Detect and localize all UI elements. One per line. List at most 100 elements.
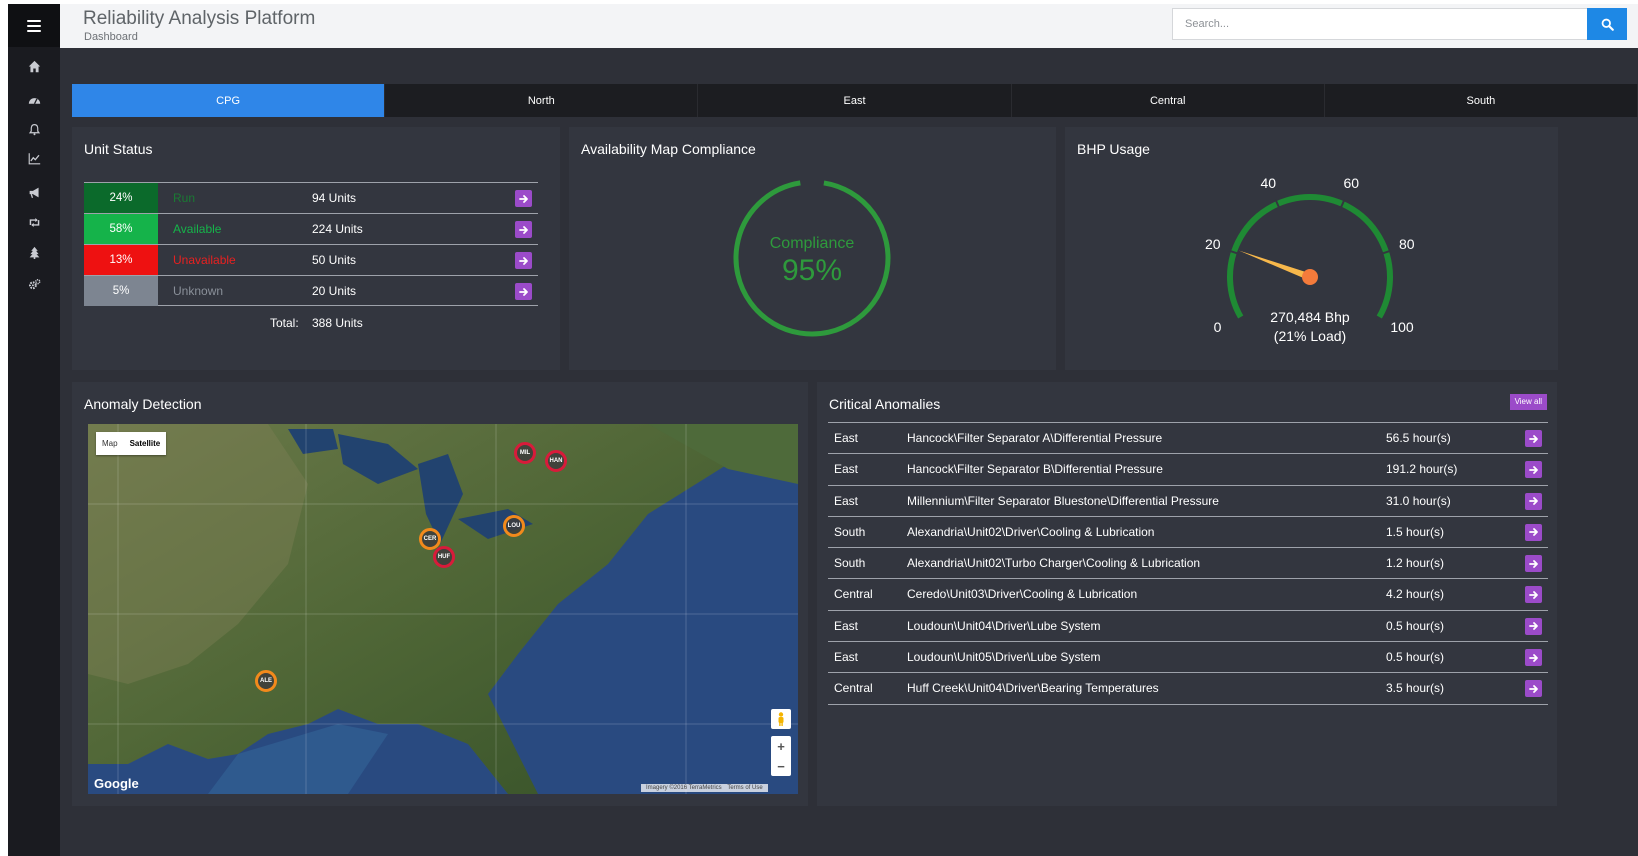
compliance-value: 95% (781, 254, 843, 287)
dashboard-icon (28, 97, 40, 104)
anomaly-detail-button[interactable] (1525, 492, 1542, 510)
status-detail-button[interactable] (515, 252, 532, 269)
anomaly-region: East (834, 650, 859, 665)
search-input[interactable] (1172, 8, 1588, 40)
anomaly-region: East (834, 618, 859, 633)
anomaly-path: Millennium\Filter Separator Bluestone\Di… (907, 493, 1219, 508)
tab-cpg[interactable]: CPG (72, 84, 386, 117)
google-logo: Google (94, 776, 139, 791)
zoom-out-button[interactable]: − (771, 756, 791, 776)
map-marker-lou[interactable]: LOU (503, 515, 525, 537)
imagery-credit: Imagery ©2016 TerraMetrics (646, 785, 722, 791)
megaphone-icon (29, 187, 39, 198)
home-icon (28, 60, 40, 72)
bhp-load: (21% Load) (1273, 328, 1347, 344)
anomaly-detail-button[interactable] (1525, 430, 1542, 447)
map-marker-huf[interactable]: HUF (433, 546, 455, 568)
anomaly-detection-panel: Anomaly Detection Map Satellite MIL HAN … (72, 382, 808, 806)
anomaly-detection-title: Anomaly Detection (84, 396, 202, 412)
gears-icon (28, 278, 40, 289)
sidebar (8, 4, 60, 856)
anomaly-region: South (834, 556, 866, 571)
tree-icon (29, 246, 39, 259)
status-detail-button[interactable] (515, 190, 532, 207)
unit-status-row: 13% Unavailable 50 Units (84, 244, 538, 275)
map-type-map-button[interactable]: Map (96, 432, 124, 455)
status-label: Unavailable (173, 253, 236, 267)
unit-status-table: 24% Run 94 Units 58% Available 224 Units 13% Un… (84, 182, 538, 306)
sidebar-item-settings[interactable] (8, 273, 60, 295)
status-percent: 24% (84, 183, 158, 213)
anomaly-path: Loudoun\Unit04\Driver\Lube System (907, 618, 1101, 633)
map-marker-han[interactable]: HAN (545, 450, 567, 472)
terms-of-use-link[interactable]: Terms of Use (725, 785, 764, 791)
sidebar-item-hierarchy[interactable] (8, 241, 60, 263)
anomaly-detail-button[interactable] (1525, 555, 1542, 573)
anomaly-duration: 4.2 hour(s) (1386, 587, 1445, 602)
view-all-button[interactable]: View all (1509, 394, 1547, 410)
arrow-right-icon (1528, 684, 1538, 693)
anomaly-row: South Alexandria\Unit02\Driver\Cooling & … (828, 517, 1548, 549)
anomaly-detail-button[interactable] (1525, 586, 1542, 604)
map-type-satellite-button[interactable]: Satellite (124, 432, 167, 455)
status-percent: 58% (84, 214, 158, 244)
anomaly-path: Alexandria\Unit02\Turbo Charger\Cooling … (907, 556, 1201, 571)
anomaly-row: East Hancock\Filter Separator A\Different… (828, 423, 1548, 455)
sidebar-item-alerts[interactable] (8, 118, 60, 140)
top-header: Reliability Analysis Platform Dashboard (60, 4, 1638, 48)
tab-east[interactable]: East (698, 84, 1012, 117)
line-chart-icon (28, 152, 40, 164)
arrow-right-icon (518, 194, 528, 203)
gauge-tick-label: 100 (1390, 319, 1414, 335)
status-detail-button[interactable] (515, 221, 532, 238)
arrow-right-icon (518, 287, 528, 296)
tab-north[interactable]: North (385, 84, 699, 117)
anomaly-detail-button[interactable] (1525, 461, 1542, 479)
search-icon (1601, 18, 1614, 31)
anomaly-region: Central (834, 681, 873, 696)
anomaly-detail-button[interactable] (1525, 649, 1542, 667)
search-button[interactable] (1587, 8, 1627, 40)
anomaly-row: East Millennium\Filter Separator Blueston… (828, 486, 1548, 517)
sidebar-item-home[interactable] (8, 55, 60, 77)
arrow-right-icon (1528, 434, 1538, 443)
tab-south[interactable]: South (1325, 84, 1638, 117)
total-value: 388 Units (312, 316, 363, 330)
status-label: Run (173, 191, 196, 205)
anomaly-detail-button[interactable] (1525, 523, 1542, 541)
anomaly-duration: 0.5 hour(s) (1386, 650, 1445, 665)
total-label: Total: (270, 316, 299, 330)
gauge-tick-label: 20 (1204, 236, 1221, 253)
hamburger-icon (27, 19, 41, 32)
arrow-right-icon (1528, 653, 1538, 662)
status-units: 224 Units (312, 222, 363, 236)
map-type-toggle: Map Satellite (96, 432, 167, 455)
anomaly-path: Ceredo\Unit03\Driver\Cooling & Lubricati… (907, 587, 1138, 602)
anomaly-duration: 3.5 hour(s) (1386, 681, 1445, 696)
zoom-in-button[interactable]: + (771, 736, 791, 756)
map-marker-ale[interactable]: ALE (255, 670, 277, 692)
status-units: 50 Units (312, 253, 357, 267)
anomaly-row: Central Ceredo\Unit03\Driver\Cooling & Lu… (828, 579, 1548, 611)
sidebar-item-announcements[interactable] (8, 181, 60, 203)
street-view-button[interactable] (771, 709, 791, 729)
arrow-right-icon (1528, 591, 1538, 599)
map-marker-mil[interactable]: MIL (514, 442, 536, 464)
arrow-right-icon (1528, 528, 1538, 537)
anomaly-detail-button[interactable] (1525, 617, 1542, 635)
region-tabs: CPG North East Central South (72, 84, 1638, 117)
status-percent: 13% (84, 245, 158, 275)
sidebar-item-dashboard[interactable] (8, 89, 60, 111)
status-label: Available (173, 222, 222, 236)
status-detail-button[interactable] (515, 283, 532, 300)
status-label: Unknown (173, 284, 224, 298)
unit-status-panel: Unit Status 24% Run 94 Units 58% Available 22… (72, 127, 560, 370)
map[interactable]: Map Satellite MIL HAN LOU CER HUF ALE + − Goo… (88, 424, 798, 794)
sidebar-item-trends[interactable] (8, 147, 60, 169)
sidebar-item-sync[interactable] (8, 211, 60, 233)
tab-central[interactable]: Central (1012, 84, 1325, 117)
gauge-arc (1227, 194, 1393, 319)
menu-toggle-button[interactable] (8, 4, 60, 47)
anomaly-region: East (834, 431, 859, 445)
anomaly-detail-button[interactable] (1525, 680, 1542, 698)
